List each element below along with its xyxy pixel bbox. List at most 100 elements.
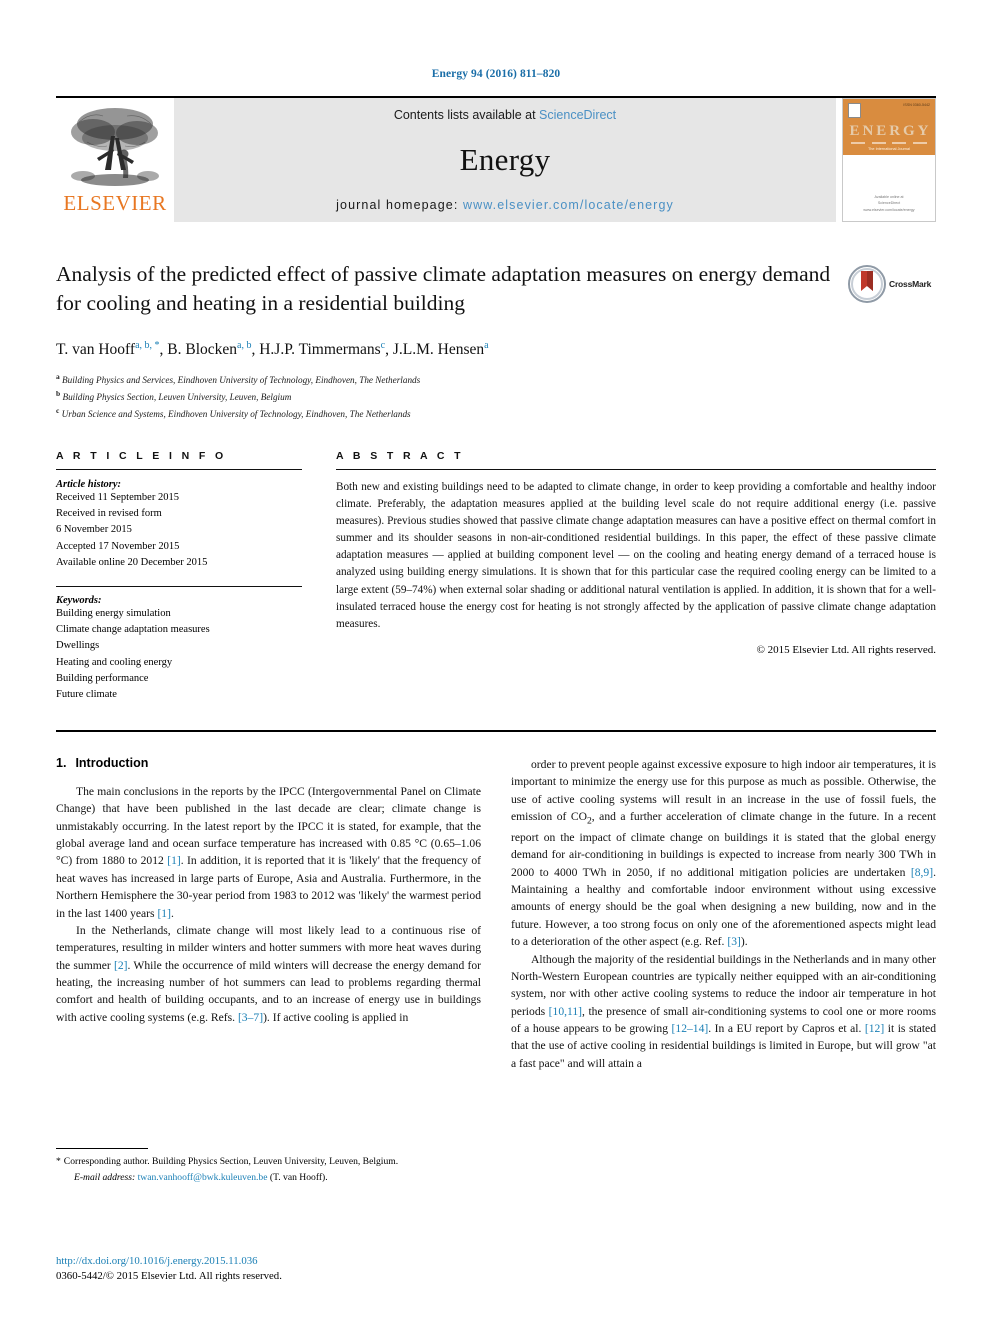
- info-abstract-section: A R T I C L E I N F O Article history: R…: [56, 450, 936, 704]
- journal-banner: Contents lists available at ScienceDirec…: [174, 98, 836, 222]
- affiliation-item: b Building Physics Section, Leuven Unive…: [56, 388, 936, 405]
- affiliation-item: a Building Physics and Services, Eindhov…: [56, 371, 936, 388]
- journal-homepage-link[interactable]: www.elsevier.com/locate/energy: [463, 198, 674, 212]
- citation-link[interactable]: [1]: [167, 854, 181, 867]
- intro-paragraph: In the Netherlands, climate change will …: [56, 923, 482, 1024]
- elsevier-logo: ELSEVIER: [56, 98, 174, 222]
- contents-available-line: Contents lists available at ScienceDirec…: [394, 108, 616, 122]
- keyword-item: Building energy simulation: [56, 607, 171, 619]
- divider: [336, 468, 936, 470]
- article-history-list: Received 11 September 2015 Received in r…: [56, 490, 302, 572]
- keyword-item: Dwellings: [56, 640, 100, 652]
- body-column-right: order to prevent people against excessiv…: [511, 756, 936, 1186]
- body-column-left: 1. Introduction The main conclusions in t…: [56, 756, 481, 1186]
- footnote-star: *: [56, 1156, 61, 1168]
- crossmark-icon: [848, 265, 886, 303]
- affiliation-list: a Building Physics and Services, Eindhov…: [56, 371, 936, 422]
- keywords-block: Keywords: Building energy simulation Cli…: [56, 585, 302, 704]
- intro-paragraph: Although the majority of the residential…: [511, 952, 936, 1070]
- cover-letter: R: [889, 122, 901, 139]
- section-number: 1.: [56, 755, 67, 770]
- cover-body: Available online at ScienceDirect www.el…: [843, 155, 935, 221]
- cover-subtitle: The International Journal: [867, 146, 910, 151]
- abstract-text: Both new and existing buildings need to …: [336, 480, 936, 630]
- author-name: B. Blocken: [167, 341, 238, 359]
- citation-link[interactable]: [3–7]: [238, 1011, 263, 1024]
- section-title-text: Introduction: [75, 755, 149, 770]
- abstract-column: A B S T R A C T Both new and existing bu…: [336, 450, 936, 704]
- paper-page: Energy 94 (2016) 811–820 ELSEVIER Conten…: [0, 0, 992, 1323]
- cover-letter: G: [903, 122, 915, 139]
- affiliation-text: Building Physics and Services, Eindhoven…: [62, 374, 421, 385]
- keywords-list: Building energy simulation Climate chang…: [56, 606, 302, 704]
- corresponding-author-text: Corresponding author. Building Physics S…: [63, 1156, 399, 1168]
- intro-paragraph: order to prevent people against excessiv…: [511, 757, 937, 949]
- keyword-item: Building performance: [56, 673, 149, 685]
- journal-title: Energy: [459, 142, 551, 177]
- author-marks: c: [380, 340, 386, 352]
- contents-prefix: Contents lists available at: [393, 108, 540, 122]
- cover-letter: N: [862, 122, 874, 139]
- author-name: T. van Hooff: [56, 341, 136, 359]
- email-label: E-mail address:: [74, 1172, 136, 1184]
- cover-footer: Available online at ScienceDirect www.el…: [843, 194, 935, 214]
- cover-footer-line: Available online at: [874, 194, 904, 199]
- keyword-item: Future climate: [56, 689, 117, 701]
- cover-footer-line: ScienceDirect: [877, 201, 901, 206]
- keyword-item: Heating and cooling energy: [56, 656, 173, 668]
- article-info-column: A R T I C L E I N F O Article history: R…: [56, 450, 302, 704]
- body-columns: 1. Introduction The main conclusions in t…: [56, 756, 936, 1186]
- affiliation-mark: c: [56, 405, 60, 415]
- citation-link[interactable]: [12–14]: [672, 1022, 709, 1035]
- cover-divider: [848, 142, 930, 144]
- affiliation-mark: a: [56, 371, 60, 381]
- history-item: 6 November 2015: [56, 524, 132, 536]
- elsevier-wordmark: ELSEVIER: [63, 191, 167, 215]
- crossmark-badge[interactable]: CrossMark: [848, 262, 936, 306]
- cover-letter: E: [876, 122, 887, 139]
- footnote-divider: [56, 1148, 148, 1150]
- author-marks: a, b, *: [135, 340, 160, 352]
- divider: [56, 585, 302, 587]
- citation-link[interactable]: [1]: [157, 907, 171, 920]
- keywords-label: Keywords:: [56, 594, 102, 606]
- journal-masthead: ELSEVIER Contents lists available at Sci…: [56, 96, 936, 222]
- journal-homepage-line: journal homepage: www.elsevier.com/locat…: [336, 198, 674, 212]
- crossmark-label: CrossMark: [889, 279, 932, 289]
- citation-link[interactable]: [3]: [727, 935, 741, 948]
- page-title: Analysis of the predicted effect of pass…: [56, 262, 831, 316]
- section-heading-introduction: 1. Introduction: [56, 756, 481, 770]
- history-item: Available online 20 December 2015: [56, 557, 208, 569]
- cover-letter: E: [849, 122, 860, 139]
- cover-header: ISSN 0360-5442 E N E R G Y The Internati…: [843, 99, 935, 155]
- citation-link[interactable]: [8,9]: [911, 866, 933, 879]
- journal-cover-thumbnail: ISSN 0360-5442 E N E R G Y The Internati…: [836, 98, 936, 222]
- sciencedirect-link[interactable]: ScienceDirect: [539, 108, 616, 122]
- running-head: Energy 94 (2016) 811–820: [431, 68, 561, 80]
- cover-energy-letters: E N E R G Y: [848, 121, 930, 141]
- section-divider: [56, 729, 936, 732]
- author-name: H.J.P. Timmermans: [259, 341, 381, 359]
- keyword-item: Climate change adaptation measures: [56, 623, 210, 635]
- history-item: Received in revised form: [56, 508, 162, 520]
- citation-link[interactable]: [10,11]: [549, 1005, 582, 1018]
- cover-footer-line: www.elsevier.com/locate/energy: [863, 208, 915, 213]
- article-history-label: Article history:: [56, 478, 122, 490]
- intro-paragraph: The main conclusions in the reports by t…: [56, 784, 481, 920]
- citation-link[interactable]: [2]: [114, 959, 128, 972]
- cover-image: ISSN 0360-5442 E N E R G Y The Internati…: [842, 98, 936, 222]
- doi-link[interactable]: http://dx.doi.org/10.1016/j.energy.2015.…: [56, 1254, 481, 1270]
- affiliation-text: Building Physics Section, Leuven Univers…: [62, 391, 292, 402]
- author-marks: a, b: [237, 340, 252, 352]
- issn-copyright-line: 0360-5442/© 2015 Elsevier Ltd. All right…: [56, 1270, 282, 1283]
- elsevier-tree-icon: [71, 108, 159, 186]
- affiliation-mark: b: [56, 388, 61, 398]
- email-link[interactable]: twan.vanhooff@bwk.kuleuven.be: [138, 1172, 268, 1183]
- cover-publisher-badge-icon: [848, 103, 861, 118]
- abstract-copyright: © 2015 Elsevier Ltd. All rights reserved…: [756, 643, 936, 656]
- affiliation-item: c Urban Science and Systems, Eindhoven U…: [56, 405, 936, 422]
- citation-link[interactable]: [12]: [865, 1022, 884, 1035]
- cover-letter: Y: [917, 122, 929, 139]
- history-item: Accepted 17 November 2015: [56, 540, 180, 552]
- homepage-prefix: journal homepage:: [336, 198, 463, 212]
